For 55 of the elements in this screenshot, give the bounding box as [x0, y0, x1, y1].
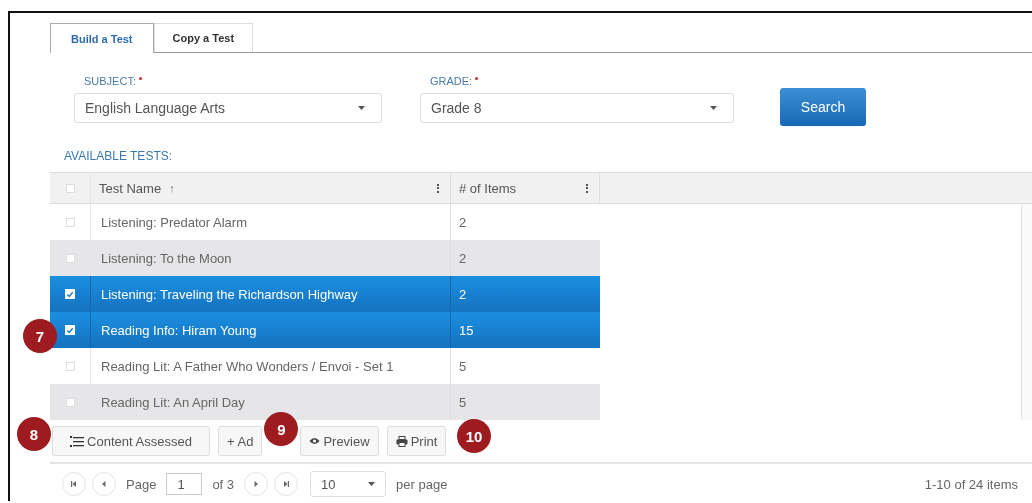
callout-marker: 7: [23, 319, 57, 353]
section-title: AVAILABLE TESTS:: [64, 149, 173, 163]
checkbox[interactable]: [65, 217, 75, 227]
column-header[interactable]: Test Name: [99, 180, 162, 196]
field-label: SUBJECT:: [84, 75, 136, 87]
field-label: GRADE:: [430, 75, 473, 87]
table-cell: 2: [450, 240, 600, 276]
toolbar-button[interactable]: Print: [386, 426, 447, 456]
table-cell: Listening: To the Moon: [90, 240, 450, 276]
toolbar-button[interactable]: Content Assessed: [52, 426, 210, 456]
callout-marker: 8: [17, 417, 51, 451]
previous-icon: [101, 481, 107, 487]
printer-icon: [395, 435, 408, 447]
column-menu-icon[interactable]: [583, 183, 591, 193]
page-step-button[interactable]: [92, 472, 116, 496]
last-page-icon: [283, 481, 290, 487]
page-size-dropdown[interactable]: 10: [310, 471, 387, 497]
callout-marker: 10: [457, 419, 491, 453]
column-menu-icon[interactable]: [434, 183, 442, 193]
caret-icon: [710, 106, 717, 110]
dropdown[interactable]: Grade 8: [420, 93, 734, 123]
checkbox[interactable]: [65, 183, 75, 193]
item-count: 1-10 of 24 items: [924, 476, 1018, 492]
table-cell: 15: [450, 312, 600, 348]
per-page-label: per page: [396, 476, 448, 492]
dropdown[interactable]: English Language Arts: [74, 93, 382, 123]
checkbox[interactable]: [65, 253, 75, 263]
page-label: Page: [126, 476, 157, 492]
checkbox[interactable]: [65, 361, 75, 371]
page-input[interactable]: 1: [166, 473, 203, 495]
caret-icon: [368, 482, 376, 486]
toolbar-button[interactable]: Preview: [300, 426, 379, 456]
column-header[interactable]: # of Items: [459, 180, 517, 196]
scrollbar[interactable]: [1021, 204, 1032, 420]
page-step-button[interactable]: [244, 472, 269, 496]
sort-arrow: ↑: [169, 182, 175, 194]
table-cell: 5: [450, 384, 600, 420]
table-cell: Reading Info: Hiram Young: [90, 312, 450, 348]
toolbar-button[interactable]: + Ad: [218, 426, 263, 456]
table-cell: Listening: Traveling the Richardson Highway: [90, 276, 450, 312]
list-icon: [70, 435, 85, 447]
next-icon: [253, 481, 260, 487]
tab[interactable]: Copy a Test: [153, 23, 254, 52]
search-button[interactable]: Search: [780, 88, 866, 126]
table-cell: Reading Lit: An April Day: [90, 384, 450, 420]
table-cell: 2: [450, 276, 600, 312]
page-end-button[interactable]: [274, 472, 299, 496]
page-end-button[interactable]: [62, 472, 86, 496]
tab[interactable]: Build a Test: [50, 23, 154, 53]
eye-icon: [309, 437, 321, 445]
first-page-icon: [71, 481, 77, 487]
caret-icon: [358, 106, 365, 110]
page-count: of 3: [212, 476, 235, 492]
checkbox[interactable]: [65, 397, 75, 407]
callout-marker: 9: [264, 412, 299, 446]
